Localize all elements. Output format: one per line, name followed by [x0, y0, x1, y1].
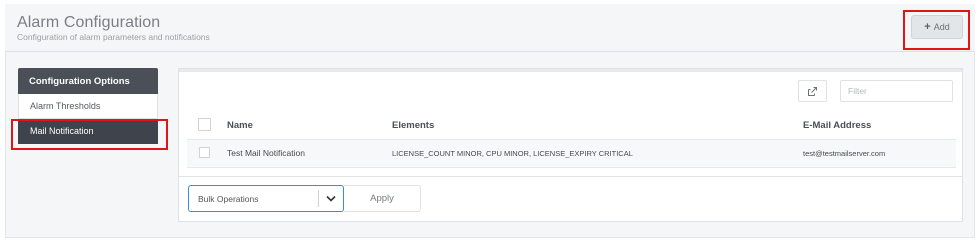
export-icon	[808, 86, 817, 96]
sidebar-title: Configuration Options	[18, 68, 158, 94]
sidebar-item-alarm-thresholds[interactable]: Alarm Thresholds	[18, 94, 158, 119]
row-checkbox[interactable]	[199, 147, 210, 158]
apply-button[interactable]: Apply	[344, 185, 421, 212]
row-email: test@testmailserver.com	[803, 149, 886, 158]
chevron-down-icon	[319, 195, 343, 202]
row-divider	[187, 139, 956, 140]
filter-input[interactable]	[840, 80, 953, 102]
column-header-email[interactable]: E-Mail Address	[803, 120, 871, 131]
column-header-elements[interactable]: Elements	[392, 120, 434, 131]
row-name: Test Mail Notification	[227, 148, 305, 158]
sidebar-item-label: Alarm Thresholds	[30, 101, 101, 111]
add-button-highlight	[903, 10, 970, 50]
mail-notification-highlight	[11, 119, 168, 150]
bulk-operations-value: Bulk Operations	[198, 193, 259, 204]
mail-notification-panel: Name Elements E-Mail Address Test Mail N…	[178, 68, 963, 222]
page-subtitle: Configuration of alarm parameters and no…	[17, 32, 210, 42]
row-elements: LICENSE_COUNT MINOR, CPU MINOR, LICENSE_…	[392, 149, 633, 158]
column-header-name[interactable]: Name	[227, 120, 253, 131]
page-title: Alarm Configuration	[17, 14, 161, 31]
panel-top-bar	[179, 69, 962, 72]
select-all-checkbox[interactable]	[198, 118, 211, 131]
export-button[interactable]	[798, 80, 827, 102]
bulk-operations-select[interactable]: Bulk Operations	[188, 185, 344, 212]
row-divider	[187, 167, 956, 168]
footer-divider	[179, 176, 962, 177]
page-header: Alarm Configuration Configuration of ala…	[5, 4, 975, 52]
